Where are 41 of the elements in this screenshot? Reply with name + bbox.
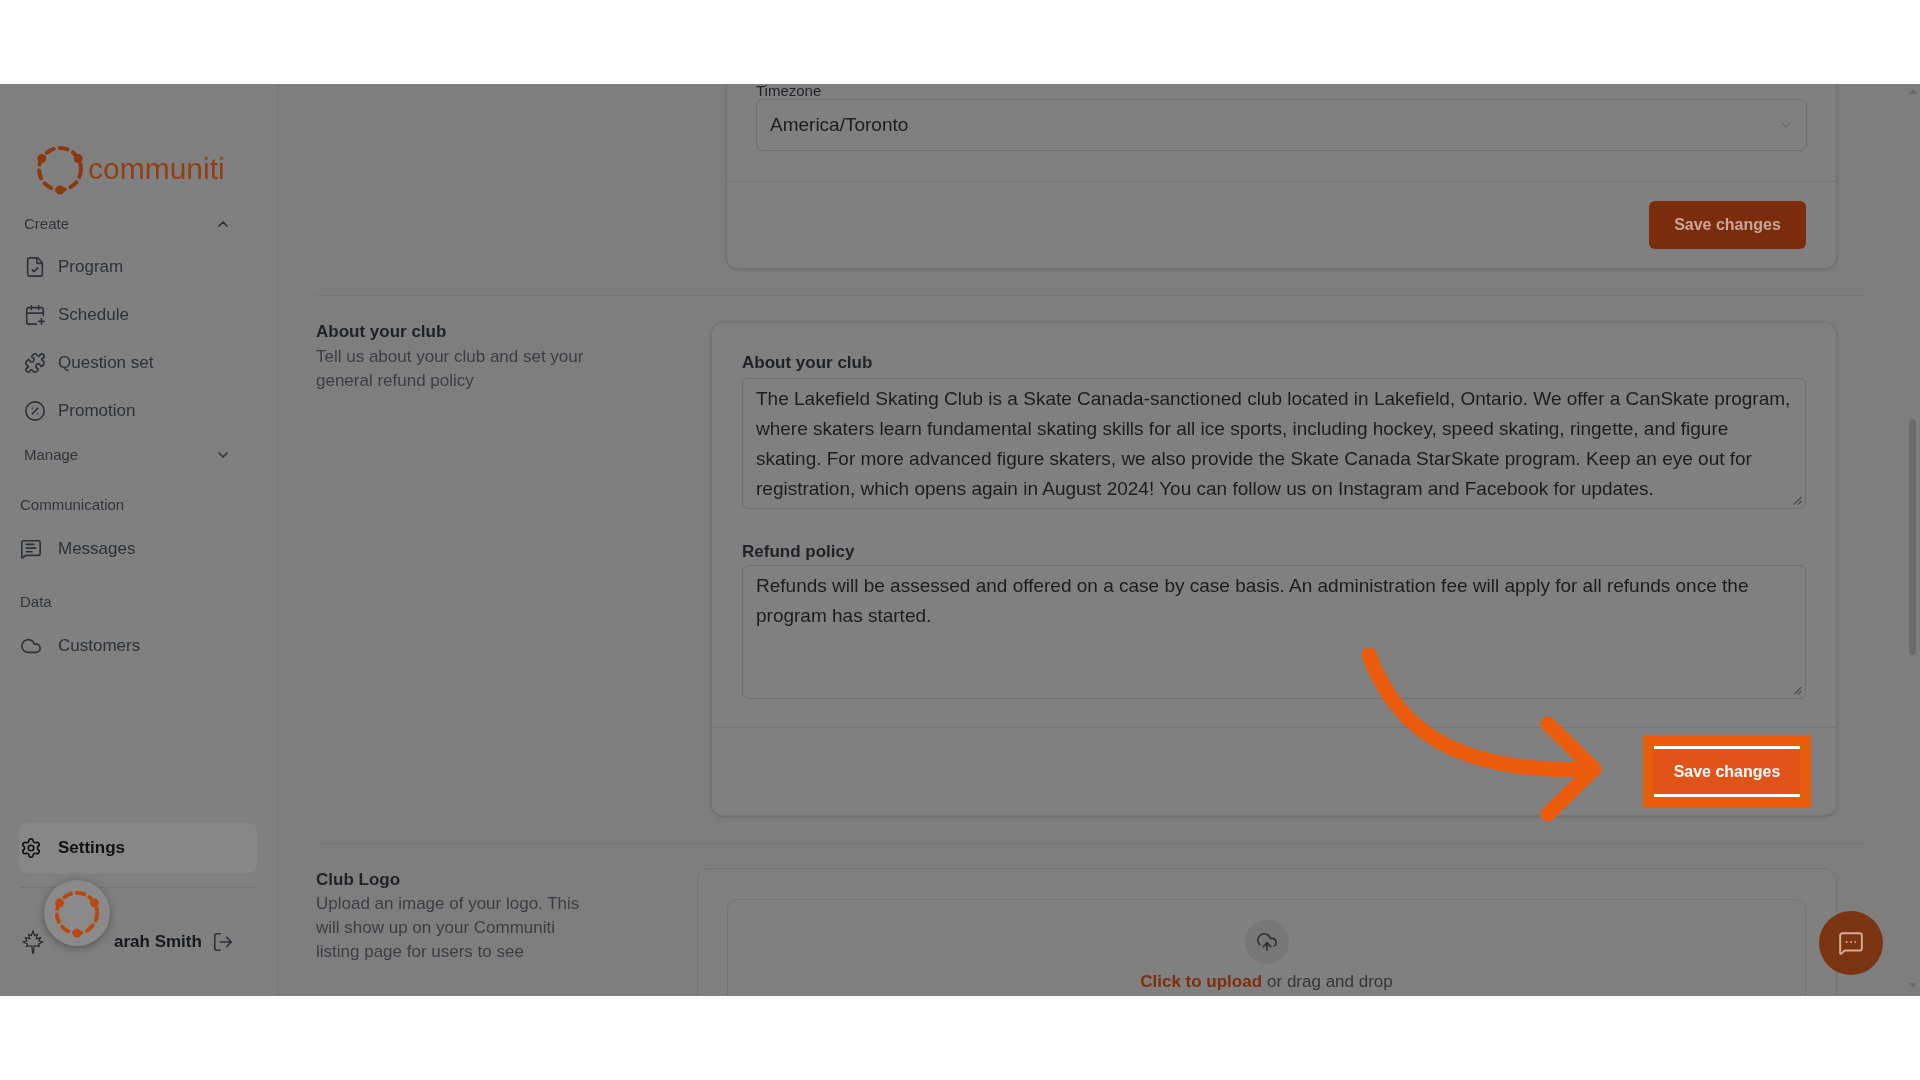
- resize-handle-icon[interactable]: [1793, 496, 1802, 505]
- nav-link[interactable]: Program: [24, 243, 124, 291]
- save-changes-button[interactable]: Save changes: [1649, 201, 1806, 249]
- ring-badge-icon: [44, 880, 110, 946]
- chat-icon: [1838, 930, 1864, 956]
- section-toggle[interactable]: Manage: [24, 445, 231, 465]
- timezone-select[interactable]: America/Toronto: [756, 99, 1807, 151]
- logo-text: communiti: [88, 151, 225, 187]
- save-changes-button[interactable]: Save changes: [1654, 746, 1800, 797]
- text-area[interactable]: Refunds will be assessed and offered on a case by case basis. An administration fee will apply for all refunds once the program has started.: [742, 565, 1806, 699]
- section-heading: Data: [20, 592, 52, 612]
- upload-link[interactable]: Click to upload: [1140, 972, 1263, 992]
- field-label: Timezone: [756, 84, 823, 98]
- logout-icon[interactable]: [211, 931, 234, 953]
- nav-link[interactable]: Messages: [20, 525, 136, 573]
- field-label: About your club: [742, 353, 873, 373]
- nav-link[interactable]: Promotion: [24, 387, 136, 435]
- nav-link[interactable]: Customers: [20, 622, 141, 670]
- user-name: arah Smith: [114, 931, 202, 954]
- message-icon: [20, 538, 42, 560]
- upload-icon: [1244, 920, 1289, 964]
- upload-hint: or drag and drop: [1267, 972, 1393, 992]
- nav-link[interactable]: Settings: [19, 823, 257, 873]
- field-label: Refund policy: [742, 542, 855, 562]
- section-description: Upload an image of your logo. This will show up on your Communiti listing page for users to see: [316, 893, 581, 963]
- section-title: About your club: [316, 321, 447, 343]
- maple-leaf-icon: [20, 929, 46, 955]
- nav-link[interactable]: Question set: [24, 339, 154, 387]
- logo-ring-icon: [34, 143, 86, 195]
- text-area[interactable]: The Lakefield Skating Club is a Skate Canada-sanctioned club located in Lakefield, Ontario. We offer a CanSkate program, where skaters learn fundamental skating skills for all ice sports, including hockey, speed skating, ringette, and figure skating. For more advanced figure skaters, we also provide the Skate Canada StarSkate program. Keep an eye out for registration, which opens again in August 2024! You can follow us on Instagram and Facebook for updates.: [742, 378, 1806, 509]
- section-heading: Communication: [20, 495, 125, 515]
- section-title: Club Logo: [316, 869, 401, 891]
- puzzle-icon: [24, 352, 46, 374]
- resize-handle-icon[interactable]: [1793, 686, 1802, 695]
- document-check-icon: [24, 256, 46, 278]
- settings-icon: [20, 837, 42, 859]
- percent-circle-icon: [24, 400, 46, 422]
- section-toggle[interactable]: Create: [24, 214, 231, 234]
- calendar-plus-icon: [24, 304, 46, 326]
- nav-link[interactable]: Schedule: [24, 291, 129, 339]
- section-description: Tell us about your club and set your general refund policy: [316, 346, 585, 392]
